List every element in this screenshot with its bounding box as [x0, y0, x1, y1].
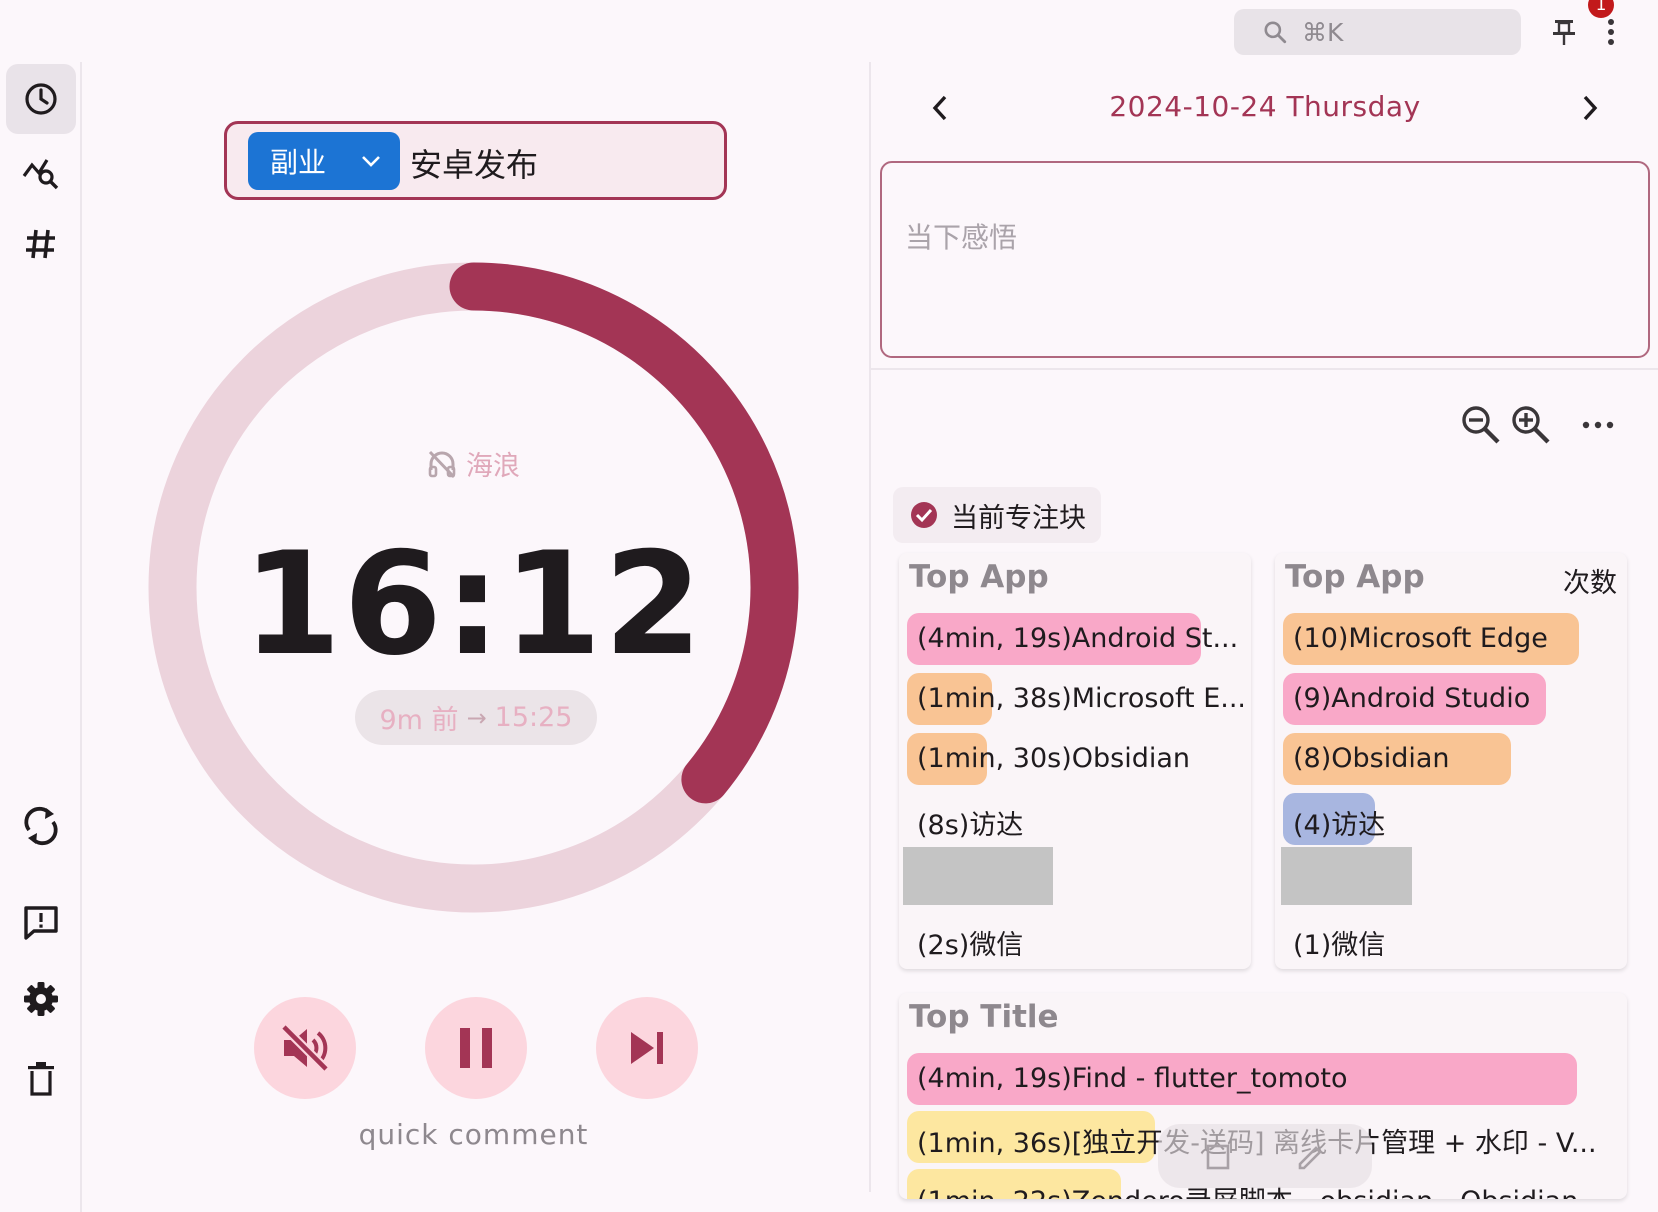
timer-display: 16:12	[242, 522, 705, 687]
redacted-block	[1281, 847, 1412, 905]
card-title: Top App	[909, 559, 1049, 595]
category-label: 副业	[270, 146, 327, 179]
card-title: Top Title	[909, 999, 1059, 1035]
sidebar-item-tags[interactable]	[6, 209, 76, 279]
trash-icon	[28, 1062, 54, 1096]
prev-day-button[interactable]	[922, 90, 958, 126]
search-shortcut-label: ⌘K	[1302, 17, 1344, 47]
search-icon	[1264, 21, 1287, 44]
floating-action-bar[interactable]	[1158, 1124, 1372, 1188]
search-input[interactable]: ⌘K	[1234, 9, 1521, 55]
current-focus-chip[interactable]: 当前专注块	[893, 487, 1101, 543]
ranking-label: (4min, 19s)Android St...	[917, 623, 1239, 654]
sound-selector[interactable]: 海浪	[426, 444, 520, 483]
hashtag-icon	[26, 229, 55, 259]
reflection-textarea[interactable]	[880, 161, 1650, 358]
task-name: 安卓发布	[410, 146, 539, 184]
range-end: 15:25	[494, 702, 573, 733]
sidebar-item-timer[interactable]	[6, 64, 76, 134]
edit-icon	[1298, 1146, 1322, 1170]
redacted-block	[903, 847, 1053, 905]
ranking-row[interactable]: (4)访达	[1283, 793, 1619, 845]
category-dropdown[interactable]: 副业	[248, 132, 400, 190]
sidebar-item-settings[interactable]	[6, 964, 76, 1034]
zoom-out-icon	[1462, 406, 1500, 444]
more-menu-button[interactable]	[1596, 14, 1626, 50]
ranking-row[interactable]: (4min, 19s)Find - flutter_tomoto	[907, 1053, 1619, 1105]
current-focus-label: 当前专注块	[951, 502, 1086, 534]
sync-icon	[24, 806, 58, 846]
sidebar-item-stats[interactable]	[6, 137, 76, 207]
pin-icon	[1553, 20, 1575, 45]
ranking-row[interactable]: (8s)访达	[907, 793, 1243, 845]
date-label[interactable]: 2024-10-24 Thursday	[960, 90, 1570, 123]
more-options-button[interactable]	[1582, 414, 1614, 440]
ranking-label: (1min, 30s)Obsidian	[917, 743, 1191, 774]
skip-next-button[interactable]	[596, 997, 698, 1099]
chevron-down-icon	[362, 156, 380, 167]
skip-next-icon	[631, 1032, 663, 1064]
right-divider	[871, 368, 1658, 370]
ranking-row[interactable]: (1min, 38s)Microsoft E...	[907, 673, 1243, 725]
ranking-row[interactable]: (1)微信	[1283, 913, 1619, 965]
more-horiz-icon	[1582, 421, 1614, 429]
volume-off-icon	[280, 1023, 330, 1073]
quick-comment-link[interactable]: quick comment	[148, 1118, 799, 1151]
gear-icon	[24, 982, 58, 1016]
ranking-label: (4min, 19s)Find - flutter_tomoto	[917, 1063, 1348, 1094]
zoom-in-icon	[1512, 406, 1550, 444]
ranking-row[interactable]: (4min, 19s)Android St...	[907, 613, 1243, 665]
ranking-label: (2s)微信	[917, 930, 1024, 961]
range-start: 9m 前	[379, 705, 459, 736]
sidebar-item-sync[interactable]	[6, 791, 76, 861]
sidebar-item-feedback[interactable]	[6, 888, 76, 958]
mute-button[interactable]	[254, 997, 356, 1099]
more-vert-icon	[1608, 19, 1614, 45]
clock-icon	[25, 83, 57, 115]
time-range-chip: 9m 前 → 15:25	[355, 690, 597, 745]
ranking-row[interactable]: (1min, 30s)Obsidian	[907, 733, 1243, 785]
count-label: 次数	[1563, 568, 1617, 599]
ranking-row[interactable]: (2s)微信	[907, 913, 1243, 965]
top-app-count-card: Top App 次数 (10)Microsoft Edge (9)Android …	[1275, 553, 1627, 969]
ranking-label: (1min, 38s)Microsoft E...	[917, 683, 1243, 714]
sidebar-item-trash[interactable]	[6, 1044, 76, 1114]
copy-icon	[1206, 1144, 1230, 1170]
check-circle-icon	[911, 502, 937, 528]
chart-search-icon	[22, 159, 59, 190]
zoom-out-button[interactable]	[1460, 404, 1502, 450]
reflection-placeholder: 当下感悟	[905, 221, 1018, 254]
sound-label: 海浪	[466, 451, 520, 482]
arrow-right-icon: →	[466, 703, 487, 732]
ranking-label: (1)微信	[1293, 930, 1386, 961]
pin-button[interactable]	[1546, 14, 1582, 50]
ranking-label: (10)Microsoft Edge	[1293, 623, 1548, 654]
ranking-label: (8)Obsidian	[1293, 743, 1450, 774]
card-title: Top App	[1285, 559, 1425, 595]
sidebar-divider	[80, 62, 82, 1212]
headphones-off-icon	[428, 450, 456, 478]
feedback-icon	[24, 906, 58, 940]
zoom-in-button[interactable]	[1510, 404, 1552, 450]
ranking-label: (4)访达	[1293, 810, 1386, 841]
ranking-label: (9)Android Studio	[1293, 683, 1531, 714]
pause-button[interactable]	[425, 997, 527, 1099]
pause-icon	[460, 1028, 492, 1068]
ranking-row[interactable]: (9)Android Studio	[1283, 673, 1619, 725]
next-day-button[interactable]	[1572, 90, 1608, 126]
chevron-right-icon	[1583, 95, 1598, 121]
center-divider	[869, 62, 871, 1192]
ranking-row[interactable]: (10)Microsoft Edge	[1283, 613, 1619, 665]
ranking-row[interactable]: (8)Obsidian	[1283, 733, 1619, 785]
top-app-time-card: Top App (4min, 19s)Android St... (1min, 3…	[899, 553, 1251, 969]
chevron-left-icon	[932, 95, 947, 121]
ranking-label: (8s)访达	[917, 810, 1024, 841]
